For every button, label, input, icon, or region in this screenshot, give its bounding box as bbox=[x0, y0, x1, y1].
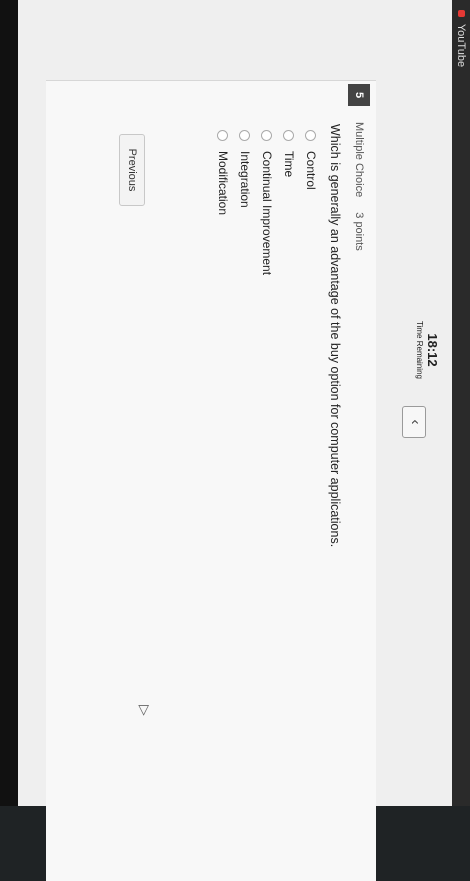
answer-option[interactable]: Integration bbox=[234, 130, 256, 275]
answer-option[interactable]: Modification bbox=[212, 130, 234, 275]
question-text: Which is generally an advantage of the b… bbox=[328, 124, 342, 548]
answer-option[interactable]: Control bbox=[300, 130, 322, 275]
question-meta: Multiple Choice 3 points bbox=[348, 122, 370, 251]
answer-option[interactable]: Continual Improvement bbox=[256, 130, 278, 275]
radio-button[interactable] bbox=[261, 130, 273, 141]
answer-option-label: Time bbox=[282, 151, 296, 178]
radio-button[interactable] bbox=[239, 130, 251, 141]
answer-option-label: Integration bbox=[238, 151, 252, 208]
answer-options: Control Time Continual Improvement Integrat… bbox=[212, 130, 322, 275]
browser-tab-youtube[interactable]: YouTube bbox=[453, 6, 469, 71]
question-card bbox=[46, 80, 376, 881]
answer-option[interactable]: Time bbox=[278, 130, 300, 275]
browser-top-bar: YouTube bbox=[452, 0, 470, 806]
radio-button[interactable] bbox=[283, 130, 295, 141]
answer-option-label: Control bbox=[304, 151, 318, 190]
timer-value: 18:12 bbox=[425, 333, 440, 367]
youtube-icon bbox=[458, 10, 465, 17]
previous-button[interactable]: Previous bbox=[119, 134, 145, 206]
radio-button[interactable] bbox=[305, 130, 317, 141]
browser-tab-label: YouTube bbox=[455, 23, 467, 68]
monitor-bezel bbox=[0, 0, 18, 806]
radio-button[interactable] bbox=[217, 130, 229, 141]
answer-option-label: Continual Improvement bbox=[260, 151, 274, 276]
question-number-badge: 5 bbox=[348, 84, 370, 106]
question-type: Multiple Choice bbox=[353, 122, 365, 198]
screen: YouTube 18:12 Time Remaining ‹ 5 Multipl… bbox=[0, 0, 470, 881]
mouse-cursor-icon: ▷ bbox=[137, 705, 153, 716]
collapse-timer-button[interactable]: ‹ bbox=[402, 406, 426, 438]
timer-label: Time Remaining bbox=[415, 321, 424, 379]
answer-option-label: Modification bbox=[216, 151, 230, 216]
question-points: 3 points bbox=[353, 212, 365, 251]
timer: 18:12 Time Remaining bbox=[415, 290, 440, 410]
chevron-left-icon: ‹ bbox=[407, 419, 424, 425]
